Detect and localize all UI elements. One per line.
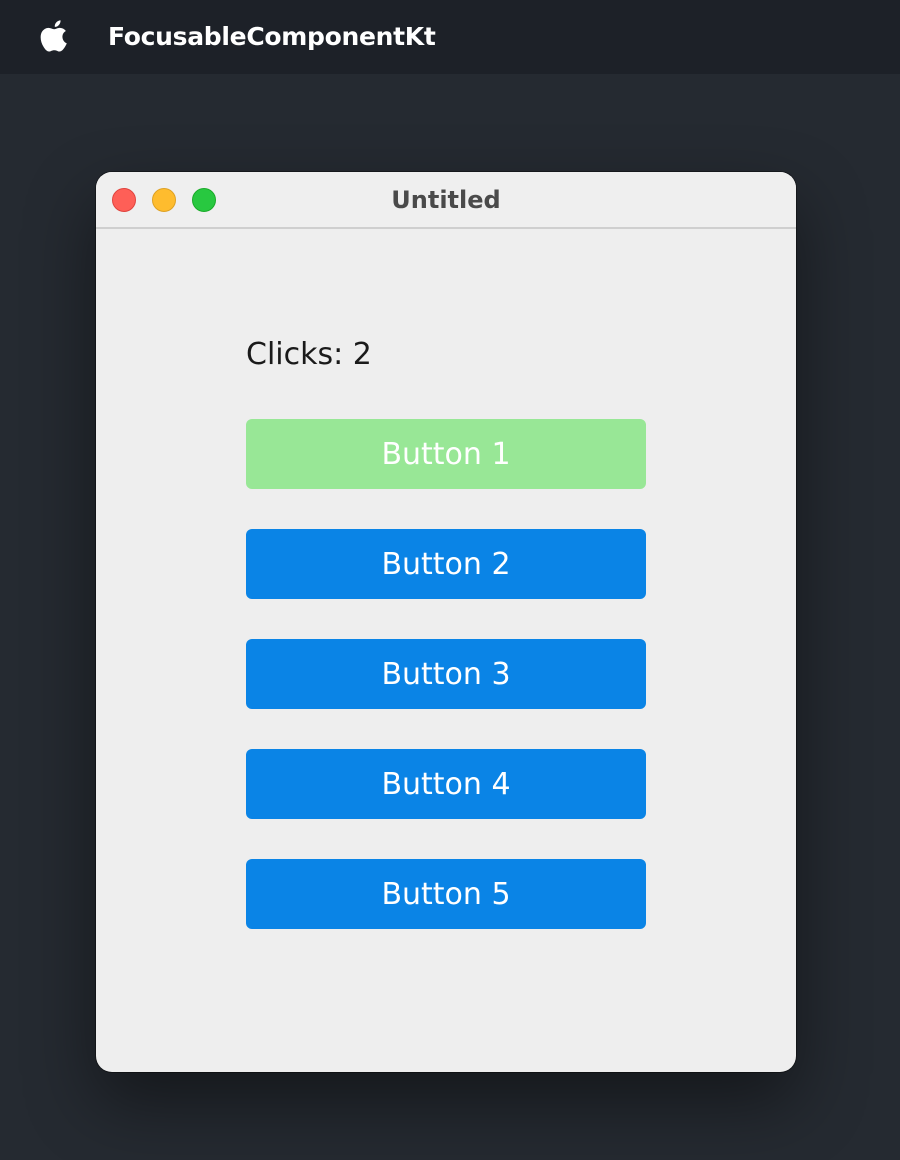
apple-logo-icon[interactable]: [40, 18, 70, 52]
button-2[interactable]: Button 2: [246, 529, 646, 599]
app-window: Untitled Clicks: 2 Button 1 Button 2 But…: [96, 172, 796, 1072]
menu-bar: FocusableComponentKt: [0, 0, 900, 74]
button-4[interactable]: Button 4: [246, 749, 646, 819]
window-title: Untitled: [391, 186, 501, 214]
clicks-counter-label: Clicks: 2: [246, 337, 372, 372]
button-5[interactable]: Button 5: [246, 859, 646, 929]
app-name[interactable]: FocusableComponentKt: [108, 22, 436, 51]
button-3[interactable]: Button 3: [246, 639, 646, 709]
button-1[interactable]: Button 1: [246, 419, 646, 489]
title-bar[interactable]: Untitled: [96, 172, 796, 229]
window-content: Clicks: 2 Button 1 Button 2 Button 3 But…: [96, 231, 796, 1072]
